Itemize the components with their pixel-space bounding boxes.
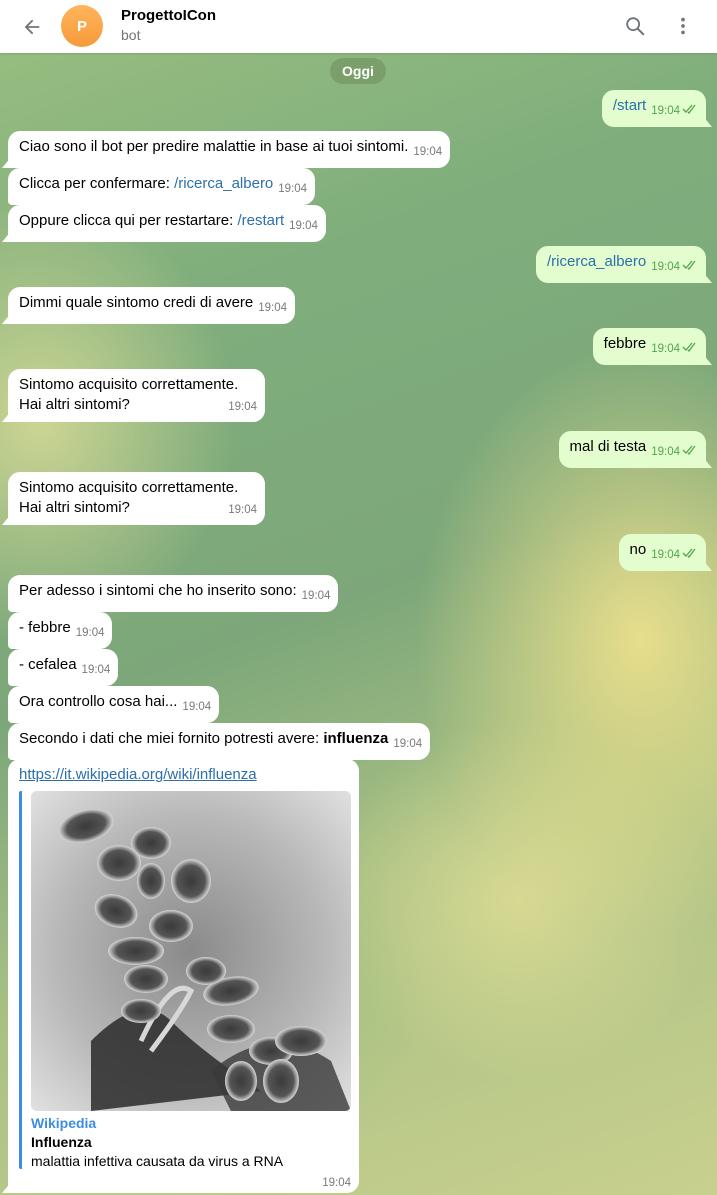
message-incoming[interactable]: Ciao sono il bot per predire malattie in…: [8, 131, 451, 168]
message-time: 19:04: [301, 590, 331, 602]
read-check-icon: [682, 441, 698, 461]
message-text: Clicca per confermare:: [19, 175, 175, 192]
message-text: mal di testa: [569, 438, 647, 455]
read-check-icon: [682, 338, 698, 358]
message-outgoing[interactable]: /start 19:04: [601, 90, 706, 127]
message-time: 19:04: [651, 549, 680, 561]
more-vertical-icon: [681, 17, 685, 35]
message-text-line: Hai altri sintomi?: [19, 499, 130, 516]
message-time: 19:04: [228, 504, 257, 516]
search-icon: [626, 17, 645, 36]
message-time: 19:04: [322, 1177, 351, 1189]
message-text: Per adesso i sintomi che ho inserito son…: [19, 582, 297, 599]
more-options-button[interactable]: [670, 13, 696, 39]
message-incoming[interactable]: Ora controllo cosa hai... 19:04: [8, 686, 220, 723]
message-text: /start: [612, 97, 647, 114]
message-time: 19:04: [413, 146, 443, 158]
message-time: 19:04: [258, 302, 288, 314]
message-time: 19:04: [651, 105, 680, 117]
message-time: 19:04: [75, 627, 105, 639]
message-time: 19:04: [651, 446, 680, 458]
message-time: 19:04: [651, 343, 680, 355]
read-check-icon: [682, 256, 698, 276]
message-incoming[interactable]: Per adesso i sintomi che ho inserito son…: [8, 575, 339, 612]
message-text-line: Sintomo acquisito correttamente.: [19, 376, 239, 393]
message-text: - cefalea: [19, 656, 77, 673]
preview-image[interactable]: [31, 791, 351, 1111]
link-preview-message[interactable]: https://it.wikipedia.org/wiki/influenza: [8, 759, 359, 1193]
message-incoming[interactable]: Sintomo acquisito correttamente. Hai alt…: [8, 472, 265, 525]
preview-description: malattia infettiva causata da virus a RN…: [31, 1153, 284, 1169]
chat-info[interactable]: ProgettoICon bot: [121, 6, 216, 44]
back-button[interactable]: [18, 13, 46, 41]
message-outgoing[interactable]: febbre 19:04: [592, 328, 706, 365]
chat-avatar[interactable]: P: [61, 5, 103, 47]
message-text: /ricerca_albero: [547, 253, 647, 270]
message-outgoing[interactable]: mal di testa 19:04: [558, 431, 706, 468]
message-time: 19:04: [81, 664, 111, 676]
message-text-line: Hai altri sintomi?: [19, 396, 130, 413]
message-incoming[interactable]: - cefalea 19:04: [8, 649, 119, 686]
message-text: febbre: [603, 335, 647, 352]
message-incoming[interactable]: Dimmi quale sintomo credi di avere 19:04: [8, 287, 296, 324]
read-check-icon: [682, 100, 698, 120]
message-text: no: [629, 541, 647, 558]
message-incoming[interactable]: Secondo i dati che miei fornito potresti…: [8, 723, 431, 760]
message-time: 19:04: [393, 738, 423, 750]
message-text: Oppure clicca qui per restartare:: [19, 212, 238, 229]
message-outgoing[interactable]: no 19:04: [618, 534, 706, 571]
message-time: 19:04: [228, 401, 257, 413]
preview-title: Influenza: [31, 1134, 92, 1150]
message-time: 19:04: [182, 701, 212, 713]
message-text-line: Sintomo acquisito correttamente.: [19, 479, 239, 496]
wikipedia-link[interactable]: https://it.wikipedia.org/wiki/influenza: [19, 765, 351, 785]
chat-status: bot: [121, 27, 141, 43]
link-preview[interactable]: Wikipedia Influenza malattia infettiva c…: [19, 791, 351, 1169]
message-incoming[interactable]: Clicca per confermare: /ricerca_albero 19…: [8, 168, 316, 205]
chat-header: P ProgettoICon bot: [0, 0, 717, 53]
message-text: Ciao sono il bot per predire malattie in…: [19, 138, 409, 155]
message-incoming[interactable]: - febbre 19:04: [8, 612, 113, 649]
bot-command-link[interactable]: /ricerca_albero: [174, 175, 273, 192]
diagnosis-text: influenza: [323, 730, 389, 747]
message-text: Ora controllo cosa hai...: [19, 693, 178, 710]
message-incoming[interactable]: Sintomo acquisito correttamente. Hai alt…: [8, 369, 265, 422]
back-arrow-icon: [24, 19, 40, 35]
message-text: Secondo i dati che miei fornito potresti…: [19, 730, 324, 747]
chat-title: ProgettoICon: [121, 7, 216, 24]
message-outgoing[interactable]: /ricerca_albero 19:04: [536, 246, 706, 283]
read-check-icon: [682, 544, 698, 564]
date-separator: Oggi: [330, 58, 386, 84]
message-time: 19:04: [289, 220, 318, 232]
message-time: 19:04: [278, 183, 308, 195]
search-button[interactable]: [622, 13, 648, 39]
message-text: Dimmi quale sintomo credi di avere: [19, 294, 254, 311]
message-incoming[interactable]: Oppure clicca qui per restartare: /resta…: [8, 205, 326, 242]
bot-command-link[interactable]: /restart: [237, 212, 284, 229]
preview-site-name: Wikipedia: [31, 1115, 97, 1131]
message-time: 19:04: [651, 261, 680, 273]
message-text: - febbre: [19, 619, 71, 636]
